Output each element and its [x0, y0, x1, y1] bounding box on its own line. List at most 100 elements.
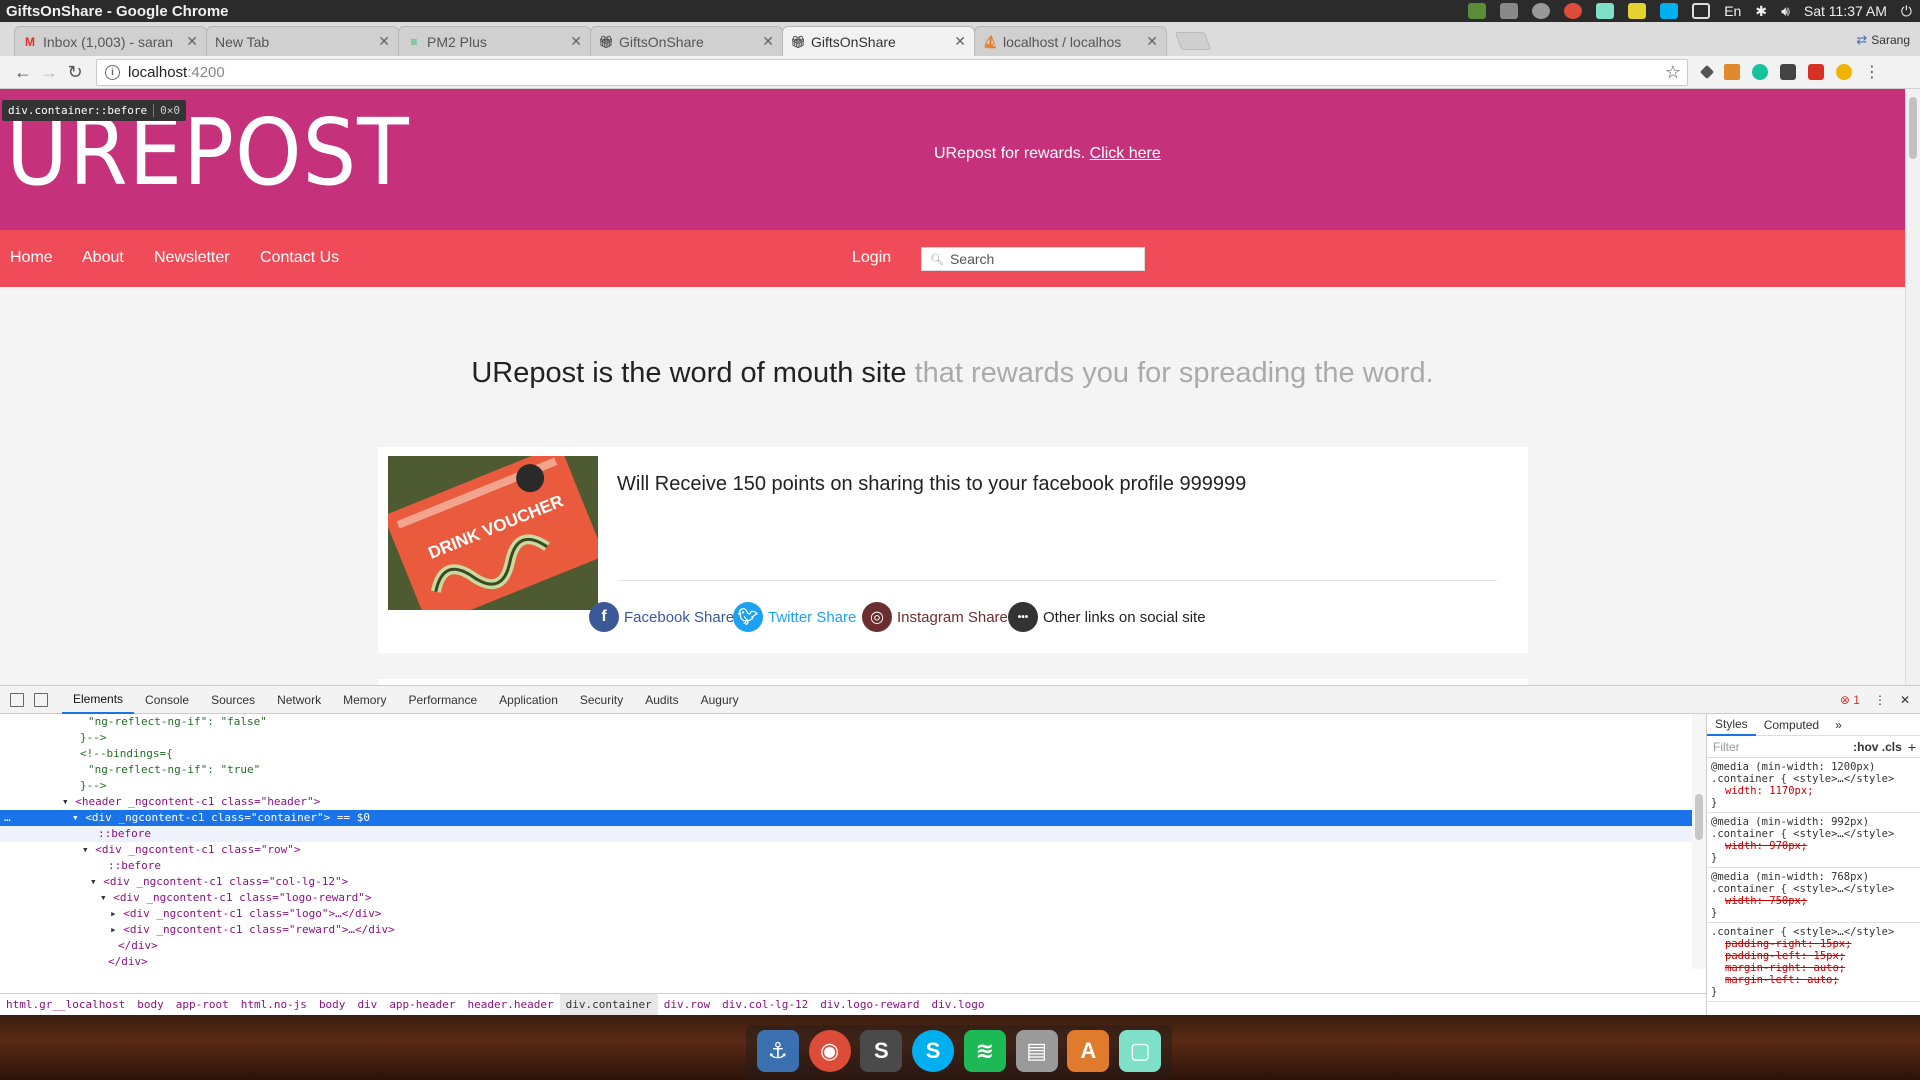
style-property[interactable]: margin-left: auto; [1711, 974, 1916, 986]
tab-close-icon[interactable]: ✕ [378, 33, 390, 50]
dom-node[interactable]: ▸ <div _ngcontent-c1 class="reward">…</d… [0, 922, 1692, 938]
devtools-tab[interactable]: Augury [690, 686, 750, 714]
tray-drive-icon[interactable] [1500, 3, 1519, 19]
profile-button[interactable]: ⇄ Sarang [1856, 32, 1910, 48]
expand-arrow-icon[interactable]: ▸ [110, 923, 123, 936]
nav-about[interactable]: About [82, 249, 124, 267]
chrome-icon[interactable]: ◉ [808, 1030, 851, 1072]
breadcrumb-item[interactable]: html.no-js [235, 994, 313, 1016]
browser-tab[interactable]: M Inbox (1,003) - saran ✕ [14, 26, 207, 56]
spotify-icon[interactable]: ≋ [963, 1030, 1006, 1072]
breadcrumb-item[interactable]: body [313, 994, 352, 1016]
new-tab-button[interactable] [1174, 32, 1212, 50]
node-actions-icon[interactable]: … [4, 810, 11, 826]
style-rule[interactable]: .container { <style>…</style> padding-rig… [1707, 923, 1920, 1002]
breadcrumb-item[interactable]: body [131, 994, 170, 1016]
share-button[interactable]: f Facebook Share [589, 602, 734, 632]
forward-button[interactable]: → [36, 62, 62, 83]
collapse-arrow-icon[interactable]: ▾ [100, 891, 113, 904]
dom-node[interactable]: ▾ <div _ngcontent-c1 class="row"> [0, 842, 1692, 858]
tab-close-icon[interactable]: ✕ [954, 33, 966, 50]
browser-tab[interactable]: ⛵︎ localhost / localhos ✕ [974, 26, 1167, 56]
page-scroll-thumb[interactable] [1909, 97, 1917, 159]
breadcrumb-item[interactable]: header.header [462, 994, 560, 1016]
devtools-tab[interactable]: Audits [634, 686, 689, 714]
back-button[interactable]: ← [10, 62, 36, 83]
files-icon[interactable]: ▤ [1015, 1030, 1058, 1072]
tab-styles[interactable]: Styles [1707, 714, 1756, 736]
style-property[interactable]: width: 970px; [1711, 840, 1916, 852]
volume-icon[interactable]: 🔊︎ [1781, 3, 1790, 20]
filter-options[interactable]: :hov .cls [1853, 740, 1908, 754]
devtools-tab[interactable]: Sources [200, 686, 266, 714]
devtools-close-icon[interactable]: ✕ [1900, 693, 1910, 707]
shield-extension-icon[interactable] [1808, 64, 1824, 80]
style-rule[interactable]: @media (min-width: 992px) .container { <s… [1707, 813, 1920, 868]
new-rule-icon[interactable]: + [1908, 739, 1920, 755]
devtools-tab[interactable]: Memory [332, 686, 397, 714]
cookie-extension-icon[interactable] [1836, 64, 1852, 80]
dom-node[interactable]: </div> [0, 938, 1692, 954]
dom-tree[interactable]: "ng-reflect-ng-if": "false" }--> <!--bindi… [0, 714, 1692, 969]
breadcrumb-item[interactable]: app-root [170, 994, 235, 1016]
style-property[interactable]: padding-left: 15px; [1711, 950, 1916, 962]
login-link[interactable]: Login [852, 249, 891, 267]
tray-language[interactable]: En [1724, 3, 1741, 19]
site-info-icon[interactable]: i [105, 64, 120, 80]
collapse-arrow-icon[interactable]: ▾ [90, 875, 103, 888]
dom-node-selected[interactable]: … ▾ <div _ngcontent-c1 class="container">… [0, 810, 1692, 826]
nav-home[interactable]: Home [10, 249, 53, 267]
inspect-element-icon[interactable] [10, 692, 24, 707]
bookmark-star-icon[interactable]: ☆ [1665, 62, 1681, 83]
dom-node[interactable]: ▾ <div _ngcontent-c1 class="logo-reward"… [0, 890, 1692, 906]
devtools-tab[interactable]: Console [134, 686, 200, 714]
breadcrumb-item[interactable]: div.row [658, 994, 716, 1016]
notes-icon[interactable]: ▢ [1119, 1030, 1162, 1072]
device-toolbar-icon[interactable] [34, 692, 48, 707]
dom-node[interactable]: ▾ <header _ngcontent-c1 class="header"> [0, 794, 1692, 810]
voucher-image[interactable]: DRINK VOUCHER [388, 456, 598, 610]
clock[interactable]: Sat 11:37 AM [1804, 3, 1887, 19]
style-property[interactable]: width: 1170px; [1711, 785, 1916, 797]
tray-app-icon[interactable] [1468, 3, 1487, 19]
devtools-tab[interactable]: Performance [397, 686, 488, 714]
reward-link[interactable]: Click here [1090, 145, 1161, 162]
style-rule[interactable]: @media (min-width: 1200px) .container { <… [1707, 758, 1920, 813]
styles-filter-input[interactable]: Filter :hov .cls + [1707, 736, 1920, 758]
nav-contact-us[interactable]: Contact Us [260, 249, 339, 267]
breadcrumb-item[interactable]: div.container [559, 993, 658, 1016]
page-scrollbar[interactable] [1905, 89, 1920, 685]
sublime-icon[interactable]: S [860, 1030, 903, 1072]
dom-node[interactable]: }--> [0, 778, 1692, 794]
dom-node[interactable]: "ng-reflect-ng-if": "true" [0, 762, 1692, 778]
breadcrumb-item[interactable]: html.gr__localhost [0, 994, 131, 1016]
eyedropper-extension-icon[interactable] [1699, 64, 1715, 80]
nav-newsletter[interactable]: Newsletter [154, 249, 230, 267]
breadcrumb-item[interactable]: div [351, 994, 383, 1016]
expand-arrow-icon[interactable]: ▸ [110, 907, 123, 920]
tab-computed[interactable]: Computed [1756, 714, 1827, 736]
browser-tab[interactable]: New Tab ✕ [206, 26, 399, 56]
tray-notes-icon[interactable] [1596, 3, 1615, 19]
dom-node[interactable]: <!--bindings={ [0, 746, 1692, 762]
dom-node[interactable]: "ng-reflect-ng-if": "false" [0, 714, 1692, 730]
skype-icon[interactable]: S [912, 1030, 955, 1072]
style-property[interactable]: margin-right: auto; [1711, 962, 1916, 974]
extension-icon[interactable] [1724, 64, 1740, 80]
dom-node[interactable]: </div> [0, 954, 1692, 969]
tab-close-icon[interactable]: ✕ [570, 33, 582, 50]
breadcrumb-item[interactable]: app-header [383, 994, 461, 1016]
devtools-tab[interactable]: Elements [62, 686, 135, 714]
tray-sticky-icon[interactable] [1628, 3, 1647, 19]
search-input[interactable]: 🔍︎ Search [921, 247, 1145, 271]
share-button[interactable]: ••• Other links on social site [1008, 602, 1206, 632]
browser-tab[interactable]: ≡ PM2 Plus ✕ [398, 26, 591, 56]
browser-tab[interactable]: 🎁︎ GiftsOnShare ✕ [782, 26, 975, 56]
tab-close-icon[interactable]: ✕ [186, 33, 198, 50]
tray-skype-icon[interactable] [1660, 3, 1679, 19]
collapse-arrow-icon[interactable]: ▾ [82, 843, 95, 856]
devtools-tab[interactable]: Application [488, 686, 569, 714]
breadcrumb-item[interactable]: div.logo [926, 994, 991, 1016]
collapse-arrow-icon[interactable]: ▾ [62, 795, 75, 808]
dom-node[interactable]: ::before [0, 858, 1692, 874]
